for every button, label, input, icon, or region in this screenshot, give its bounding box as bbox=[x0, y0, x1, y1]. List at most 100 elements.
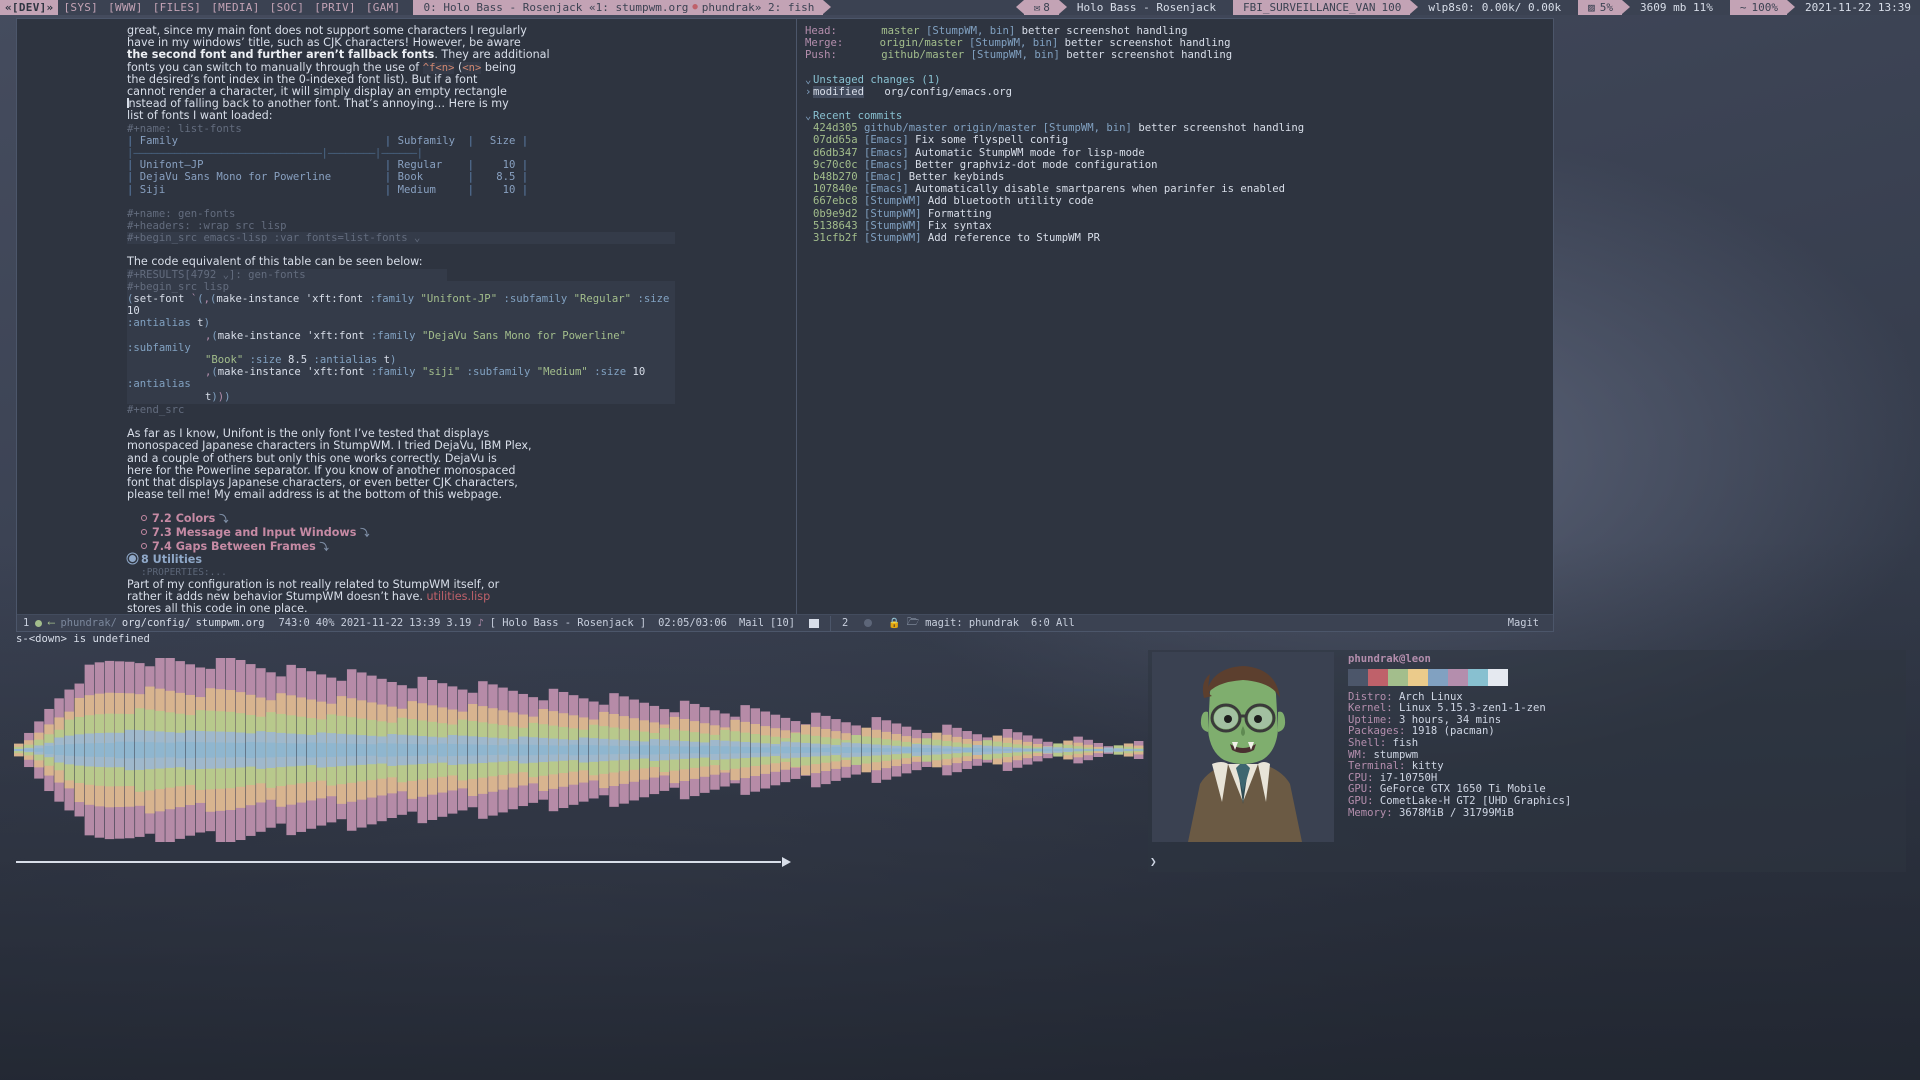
lisp-line-4: ,(make-instance 'xft:font :family "siji"… bbox=[127, 366, 646, 391]
mail-indicator[interactable]: ✉ 8 bbox=[1023, 0, 1059, 15]
visualizer-bar bbox=[1012, 749, 1023, 751]
neofetch-key: Terminal: bbox=[1348, 760, 1406, 773]
magit-head-line: Head: master [StumpWM, bin] better scree… bbox=[805, 25, 1549, 37]
group-files[interactable]: [FILES] bbox=[148, 0, 206, 15]
visualizer-bar bbox=[952, 748, 962, 752]
back-arrow-icon[interactable]: ⟵ bbox=[48, 617, 54, 629]
magit-commit-row[interactable]: 424d305 github/master origin/master [Stu… bbox=[805, 122, 1549, 134]
magit-recent-section-header[interactable]: ⌄ Recent commits bbox=[805, 110, 1549, 122]
magit-commit-row[interactable]: 107840e [Emacs] Automatically disable sm… bbox=[805, 183, 1549, 195]
heading-7-3[interactable]: 7.3 Message and Input Windows ⤵ bbox=[141, 526, 790, 541]
magit-head-tags: [StumpWM, bin] bbox=[925, 25, 1016, 37]
org-begin-src-emacs-lisp[interactable]: #+begin_src emacs-lisp :var fonts=list-f… bbox=[127, 232, 675, 245]
magit-commit-row[interactable]: b48b270 [Emac] Better keybinds bbox=[805, 171, 1549, 183]
memory-indicator[interactable]: 3609 mb 11% bbox=[1630, 0, 1722, 15]
buffer-path[interactable]: phundrak/org/config/stumpwm.org bbox=[61, 617, 265, 629]
magit-merge-line: Merge: origin/master [StumpWM, bin] bett… bbox=[805, 37, 1549, 49]
magit-merge-branch[interactable]: origin/master bbox=[880, 37, 963, 49]
commit-hash[interactable]: d6db347 bbox=[813, 147, 858, 159]
emacs-window-org[interactable]: great, since my main font does not suppo… bbox=[17, 19, 797, 614]
heading-7-2[interactable]: 7.2 Colors ⤵ bbox=[141, 513, 790, 527]
commit-hash[interactable]: 07dd65a bbox=[813, 134, 858, 146]
magit-commit-row[interactable]: 0b9e9d2 [StumpWM] Formatting bbox=[805, 208, 1549, 220]
magit-commit-row[interactable]: 5138643 [StumpWM] Fix syntax bbox=[805, 220, 1549, 232]
visualizer-bar bbox=[881, 748, 892, 752]
battery-indicator[interactable]: ~ 100% bbox=[1729, 0, 1788, 15]
now-playing-text[interactable]: [ Holo Bass - Rosenjack ] bbox=[490, 617, 646, 629]
commit-msg: Fix syntax bbox=[927, 219, 992, 232]
commit-refs: [Emacs] bbox=[864, 158, 909, 171]
right-window-number: 2 bbox=[842, 617, 849, 629]
cpu-indicator[interactable]: ▨ 5% bbox=[1578, 0, 1623, 15]
magit-unstaged-section-header[interactable]: ⌄ Unstaged changes (1) bbox=[805, 74, 1549, 86]
heading-7-4[interactable]: 7.4 Gaps Between Frames ⤵ bbox=[141, 540, 790, 555]
lisp-src-block[interactable]: (set-font `(,(make-instance 'xft:font :f… bbox=[127, 293, 675, 404]
commit-hash[interactable]: 0b9e9d2 bbox=[813, 208, 858, 220]
window-list[interactable]: 0: Holo Bass - Rosenjack «1: stumpwm.org… bbox=[413, 0, 824, 15]
commit-refs: [StumpWM] bbox=[864, 232, 922, 245]
visualizer-bar bbox=[811, 747, 821, 753]
commit-msg: Automatically disable smartparens when p… bbox=[915, 183, 1286, 196]
group-www[interactable]: [WWW] bbox=[103, 0, 148, 15]
major-mode[interactable]: Magit bbox=[1508, 617, 1545, 629]
group-soc[interactable]: [SOC] bbox=[265, 0, 310, 15]
ascii-art-avatar bbox=[1152, 652, 1334, 842]
neofetch-key: GPU: bbox=[1348, 794, 1374, 807]
neofetch-value: CometLake-H GT2 [UHD Graphics] bbox=[1373, 794, 1572, 807]
magit-unstaged-file[interactable]: › modified org/config/emacs.org bbox=[805, 85, 1549, 98]
magit-push-branch[interactable]: github/master bbox=[881, 49, 964, 61]
neofetch-value: Linux 5.15.3-zen1-1-zen bbox=[1392, 702, 1546, 715]
para2-line6: please tell me! My email address is at t… bbox=[127, 488, 502, 502]
commit-hash[interactable]: 9c70c0c bbox=[813, 159, 858, 171]
group-priv[interactable]: [PRIV] bbox=[309, 0, 361, 15]
heading-8-utilities[interactable]: 8 Utilities bbox=[129, 553, 790, 567]
magit-commit-row[interactable]: 9c70c0c [Emacs] Better graphviz-dot mode… bbox=[805, 159, 1549, 171]
commit-hash[interactable]: 107840e bbox=[813, 183, 858, 195]
visualizer-bar bbox=[175, 741, 185, 759]
magit-commit-row[interactable]: 31cfb2f [StumpWM] Add reference to Stump… bbox=[805, 232, 1549, 244]
visualizer-bar bbox=[629, 746, 639, 754]
magit-file-path[interactable]: org/config/emacs.org bbox=[884, 86, 1012, 98]
now-playing[interactable]: Holo Bass - Rosenjack bbox=[1066, 0, 1225, 15]
cava-audio-visualizer bbox=[14, 650, 1144, 872]
wifi-indicator[interactable]: FBI_SURVEILLANCE_VAN 100 bbox=[1233, 0, 1411, 15]
org-bullet-icon bbox=[141, 515, 147, 522]
group-media[interactable]: [MEDIA] bbox=[206, 0, 264, 15]
commit-hash[interactable]: b48b270 bbox=[813, 171, 858, 183]
visualizer-bar bbox=[649, 745, 660, 755]
visualizer-bar bbox=[1073, 749, 1083, 751]
chevron-down-icon[interactable]: ⌄ bbox=[805, 110, 813, 122]
visualizer-bar bbox=[165, 742, 175, 758]
visualizer-bar bbox=[669, 746, 680, 754]
chevron-right-icon[interactable]: › bbox=[805, 86, 813, 98]
magit-head-branch[interactable]: master bbox=[881, 25, 919, 37]
emacs-window-magit[interactable]: Head: master [StumpWM, bin] better scree… bbox=[797, 19, 1553, 614]
commit-hash[interactable]: 424d305 bbox=[813, 122, 858, 134]
org-begin-src-lisp[interactable]: #+begin_src lisp bbox=[127, 280, 675, 294]
group-gam[interactable]: [GAM] bbox=[361, 0, 406, 15]
clock[interactable]: 2021-11-22 13:39 bbox=[1795, 0, 1920, 15]
visualizer-bar bbox=[901, 747, 912, 753]
commit-hash[interactable]: 5138643 bbox=[813, 220, 858, 232]
magit-commit-row[interactable]: d6db347 [Emacs] Automatic StumpWM mode f… bbox=[805, 147, 1549, 159]
network-indicator[interactable]: wlp8s0: 0.00k/ 0.00k bbox=[1418, 0, 1571, 15]
group-sys[interactable]: [SYS] bbox=[58, 0, 103, 15]
magit-commit-row[interactable]: 07dd65a [Emacs] Fix some flyspell config bbox=[805, 134, 1549, 146]
visualizer-bar bbox=[296, 743, 306, 757]
magit-buffer-name[interactable]: magit: phundrak bbox=[925, 617, 1019, 629]
utilities-lisp-link[interactable]: utilities.lisp bbox=[426, 590, 490, 603]
chevron-down-icon[interactable]: ⌄ bbox=[805, 74, 813, 86]
magit-position: 6:0 All bbox=[1030, 617, 1075, 629]
visualizer-bar bbox=[437, 743, 448, 757]
commit-hash[interactable]: 667ebc8 bbox=[813, 195, 858, 207]
visualizer-bar bbox=[498, 745, 508, 755]
visualizer-canvas bbox=[14, 658, 1144, 842]
group-dev[interactable]: «[DEV]» bbox=[0, 0, 59, 15]
commit-msg: Add bluetooth utility code bbox=[927, 195, 1094, 208]
visualizer-bar bbox=[710, 746, 720, 754]
magit-commit-row[interactable]: 667ebc8 [StumpWM] Add bluetooth utility … bbox=[805, 195, 1549, 207]
mail-label[interactable]: Mail bbox=[739, 617, 764, 629]
terminal-prompt[interactable]: ❯ bbox=[1150, 855, 1157, 868]
visualizer-bar bbox=[1002, 748, 1013, 752]
commit-hash[interactable]: 31cfb2f bbox=[813, 232, 858, 244]
